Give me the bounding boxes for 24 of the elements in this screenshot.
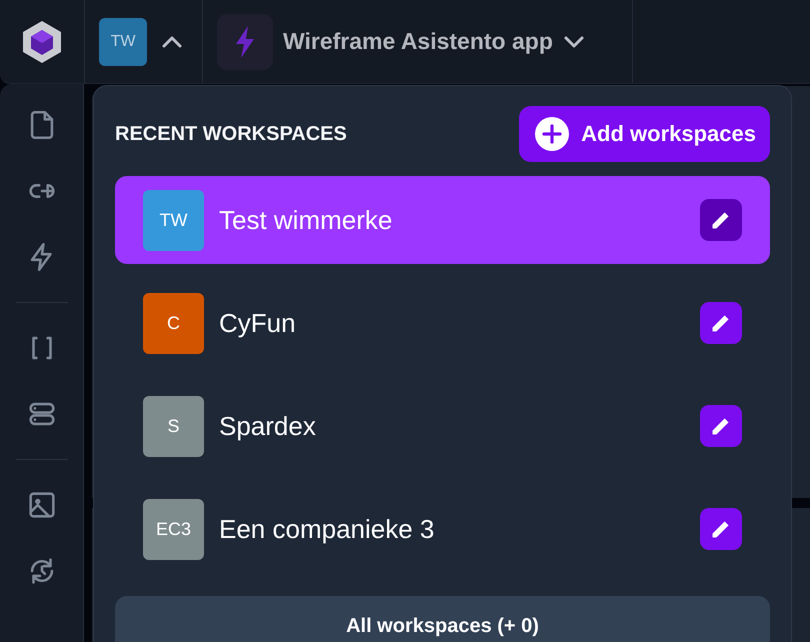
edit-button[interactable]	[700, 199, 742, 241]
plus-icon	[535, 117, 570, 151]
workspace-item[interactable]: TW Test wimmerke	[115, 176, 770, 264]
workspace-avatar: C	[143, 292, 204, 354]
app-name[interactable]: Wireframe Asistento app	[283, 28, 553, 55]
all-workspaces-button[interactable]: All workspaces (+ 0)	[115, 596, 770, 642]
app-icon	[217, 14, 273, 70]
workspace-name: Een companieke 3	[219, 514, 436, 544]
workspace-avatar: EC3	[143, 498, 204, 560]
dropdown-title: RECENT WORKSPACES	[115, 122, 347, 146]
workspace-name: CyFun	[219, 308, 297, 338]
workspace-avatar: TW	[143, 190, 204, 250]
workspace-avatar: S	[143, 396, 204, 456]
add-workspace-button[interactable]: Add workspaces	[519, 106, 770, 162]
chevron-down-icon[interactable]	[562, 34, 585, 48]
edit-button[interactable]	[700, 405, 742, 447]
workspace-item[interactable]: C CyFun	[115, 279, 770, 367]
edit-button[interactable]	[700, 302, 742, 344]
edit-button[interactable]	[700, 508, 742, 550]
workspace-name: Spardex	[219, 410, 317, 442]
workspace-item[interactable]: S Spardex	[115, 382, 770, 470]
workspace-name: Test wimmerke	[219, 204, 394, 236]
chevron-up-icon[interactable]	[161, 34, 183, 48]
workspace-item[interactable]: EC3 Een companieke 3	[115, 485, 770, 573]
